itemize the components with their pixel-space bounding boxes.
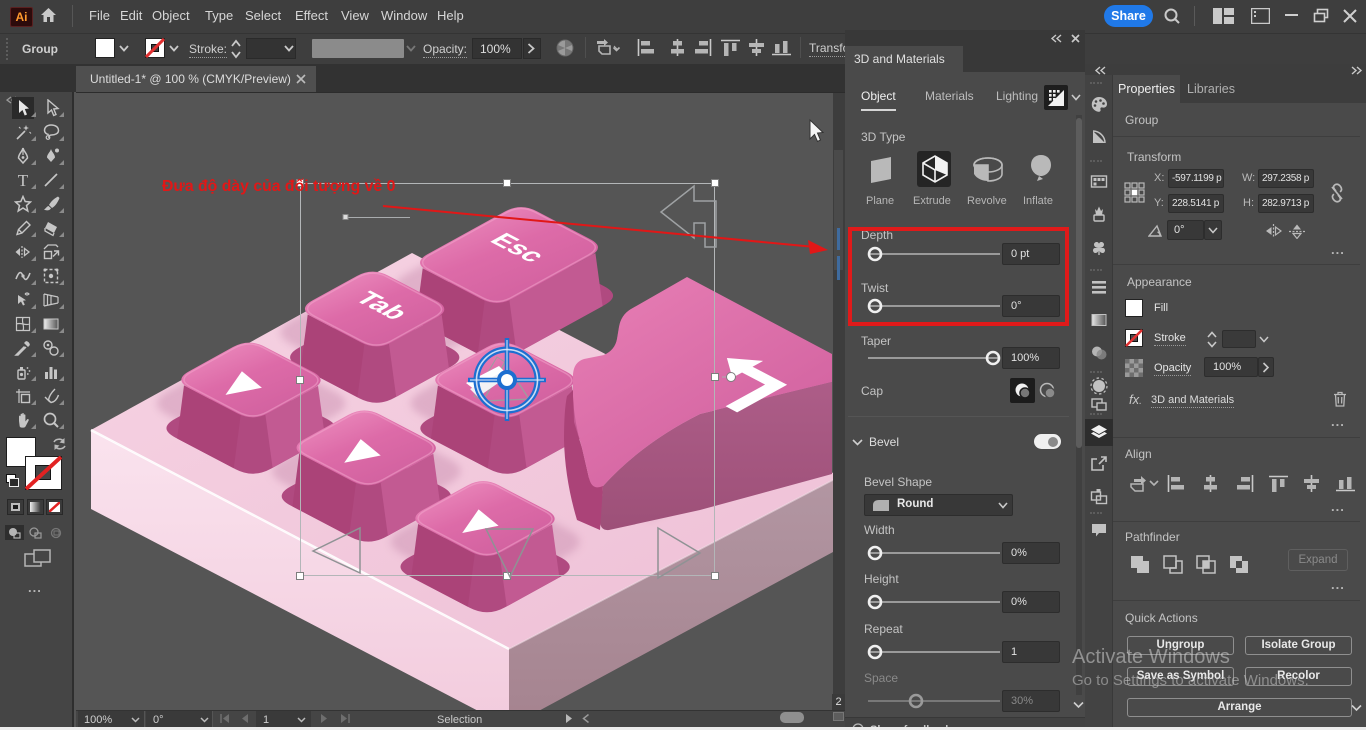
svg-text:Đưa độ dày của đối tượng về 0: Đưa độ dày của đối tượng về 0 — [162, 178, 396, 195]
